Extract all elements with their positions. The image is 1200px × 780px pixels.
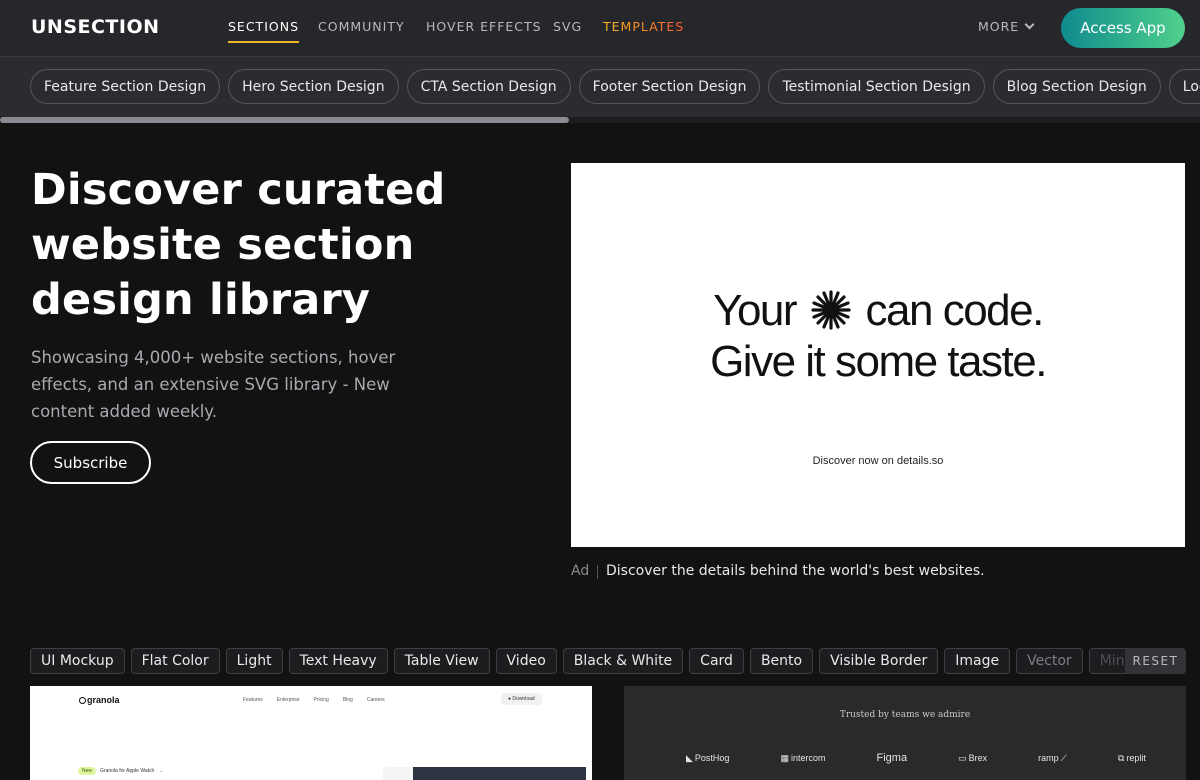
preview-company-logo: ⧉ replit: [1117, 752, 1146, 764]
divider: [597, 565, 598, 579]
filter-tag[interactable]: Text Heavy: [288, 648, 388, 674]
preview-nav-item: Enterprise: [276, 697, 300, 703]
posthog-icon: ◣: [686, 752, 693, 763]
preview-logo-text: granola: [87, 695, 120, 705]
filter-tag[interactable]: Visible Border: [819, 648, 939, 674]
preview-company-logo: ramp ⟋: [1038, 752, 1067, 764]
brand-logo[interactable]: UNSECTION: [31, 16, 160, 38]
filter-tag[interactable]: Bento: [749, 648, 814, 674]
category-chip[interactable]: Footer Section Design: [578, 69, 761, 104]
preview-download-label: Download: [512, 696, 535, 702]
intercom-icon: ▦: [780, 752, 789, 763]
ad-line1-start: Your: [713, 286, 797, 335]
filter-tag[interactable]: Card: [689, 648, 744, 674]
more-label: MORE: [978, 19, 1020, 34]
filter-tag[interactable]: Image: [944, 648, 1011, 674]
preview-nav-item: Blog: [342, 697, 353, 703]
ad-caption-link[interactable]: Discover the details behind the world's …: [606, 563, 985, 579]
reset-filters-button[interactable]: RESET: [1125, 648, 1186, 674]
nav-svg[interactable]: SVG: [553, 19, 582, 34]
preview-heading: Trusted by teams we admire: [839, 710, 971, 720]
category-chip[interactable]: CTA Section Design: [406, 69, 571, 104]
filter-tag[interactable]: Light: [225, 648, 283, 674]
preview-image: [413, 767, 586, 780]
category-chip[interactable]: Feature Section Design: [30, 69, 221, 104]
category-chip[interactable]: Logo Section: [1168, 69, 1200, 104]
filter-tag[interactable]: Black & White: [562, 648, 684, 674]
ad-headline-line2: Give it some taste.: [710, 337, 1047, 386]
ad-headline-line1: Your can code.: [571, 286, 1185, 336]
filter-tag[interactable]: Table View: [393, 648, 490, 674]
ad-label: Ad: [571, 563, 590, 579]
replit-icon: ⧉: [1117, 752, 1125, 763]
preview-company-logo: Figma: [876, 752, 908, 764]
nav-templates[interactable]: TEMPLATES: [603, 19, 684, 34]
ad-line1-end: can code.: [865, 286, 1045, 335]
subscribe-button[interactable]: Subscribe: [30, 441, 151, 484]
arrow-right-icon: →: [158, 768, 164, 774]
asterisk-icon: [811, 290, 851, 330]
preview-logo-row: ◣ PostHog ▦ intercom Figma ▭ Brex ramp ⟋ ⧉ re…: [686, 752, 1146, 764]
filter-tag[interactable]: Flat Color: [130, 648, 220, 674]
preview-badge-text: Granola for Apple Watch: [100, 768, 155, 774]
preview-nav-item: Careers: [366, 697, 385, 703]
section-preview-card[interactable]: Trusted by teams we admire ◣ PostHog ▦ int…: [624, 686, 1186, 780]
category-chip[interactable]: Testimonial Section Design: [768, 69, 985, 104]
access-app-button[interactable]: Access App: [1061, 8, 1185, 48]
filter-tag[interactable]: UI Mockup: [30, 648, 125, 674]
preview-nav-item: Features: [243, 697, 263, 703]
nav-hover-effects[interactable]: HOVER EFFECTS: [426, 19, 542, 34]
preview-company-logo: ◣ PostHog: [686, 752, 730, 764]
preview-company-logo: ▦ intercom: [780, 752, 826, 764]
scrollbar-thumb[interactable]: [0, 117, 569, 123]
hero-title: Discover curated website section design …: [31, 165, 446, 325]
ad-banner[interactable]: Your can code. Give it some taste. Disco…: [571, 163, 1185, 547]
preview-badge: New Granola for Apple Watch →: [78, 767, 163, 775]
ad-cta-text: Discover now on details.so: [812, 455, 944, 467]
preview-logo: granola: [79, 695, 120, 705]
category-chip[interactable]: Hero Section Design: [228, 69, 399, 104]
preview-nav: Features Enterprise Pricing Blog Careers: [243, 697, 385, 703]
apple-icon: ●: [508, 696, 512, 702]
preview-download: ● Download: [501, 693, 542, 705]
preview-badge-new: New: [78, 767, 97, 775]
chevron-down-icon: [1024, 19, 1035, 30]
brex-icon: ▭: [958, 752, 967, 763]
category-chip[interactable]: Blog Section Design: [992, 69, 1161, 104]
nav-sections[interactable]: SECTIONS: [228, 19, 300, 43]
filter-tag[interactable]: Video: [495, 648, 557, 674]
hero-subtitle: Showcasing 4,000+ website sections, hove…: [31, 348, 396, 421]
filter-tag[interactable]: Vector: [1016, 648, 1083, 674]
top-navigation: UNSECTION SECTIONS COMMUNITY HOVER EFFEC…: [0, 0, 1200, 57]
more-menu[interactable]: MORE: [978, 19, 1035, 34]
category-chips: Feature Section Design Hero Section Desi…: [30, 69, 1200, 104]
filter-tags: UI Mockup Flat Color Light Text Heavy Ta…: [30, 648, 1140, 674]
category-scrollbar[interactable]: [0, 117, 1200, 123]
nav-community[interactable]: COMMUNITY: [318, 19, 405, 34]
category-bar: Feature Section Design Hero Section Desi…: [0, 57, 1200, 121]
granola-logo-icon: [79, 697, 86, 704]
section-preview-card[interactable]: granola Features Enterprise Pricing Blog…: [30, 686, 592, 780]
preview-nav-item: Pricing: [313, 697, 329, 703]
preview-company-logo: ▭ Brex: [958, 752, 988, 764]
ramp-icon: ⟋: [1060, 752, 1067, 763]
